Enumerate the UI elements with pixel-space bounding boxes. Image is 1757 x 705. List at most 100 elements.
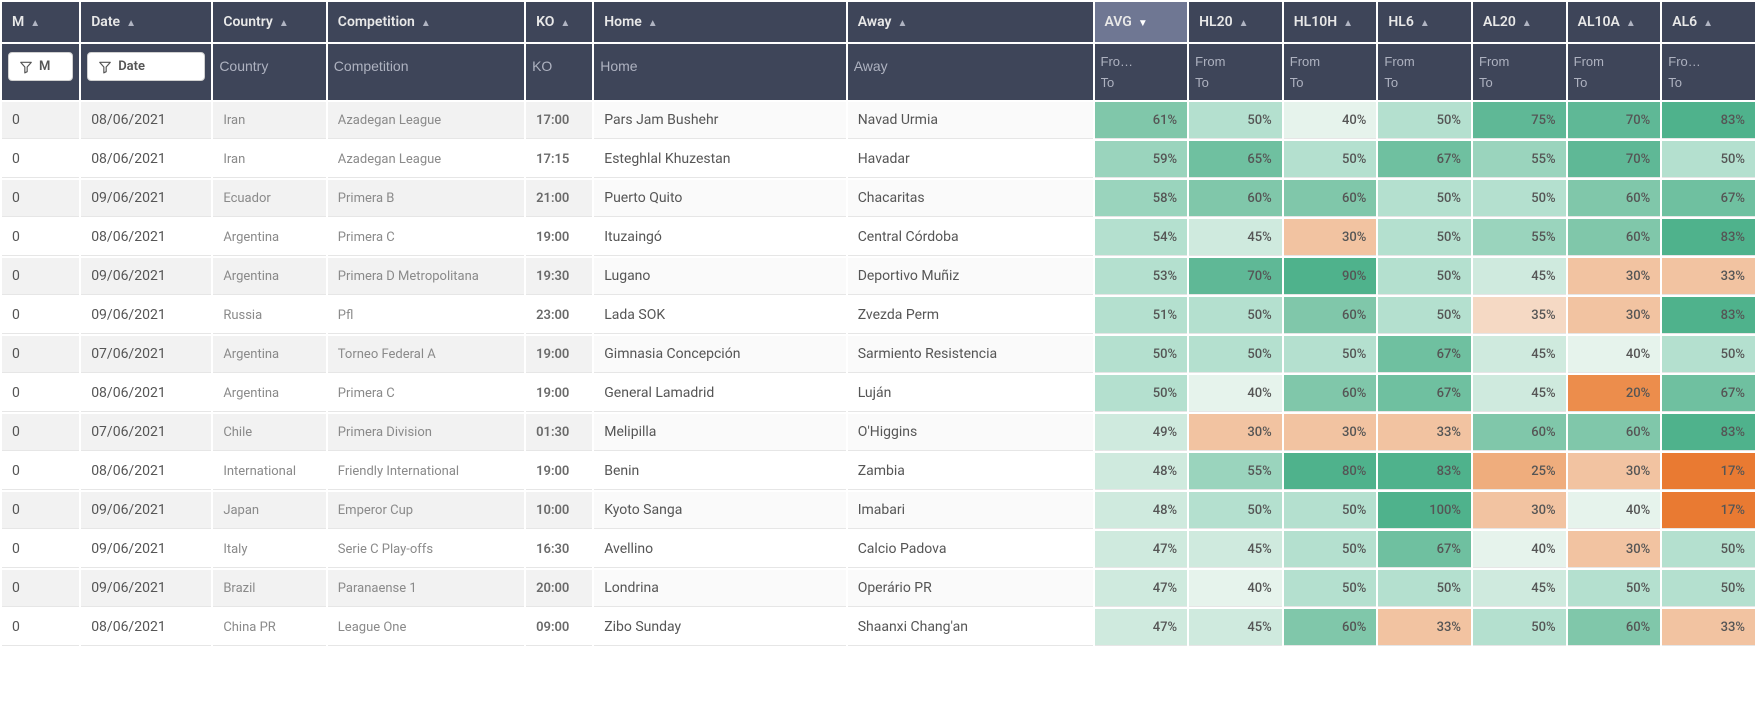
filter-input-away[interactable] bbox=[854, 52, 1087, 80]
cell-hl6: 50% bbox=[1378, 570, 1471, 607]
table-row[interactable]: 008/06/2021China PRLeague One09:00Zibo S… bbox=[2, 609, 1755, 646]
filter-from-hl20[interactable] bbox=[1195, 52, 1276, 71]
filter-from-al10a[interactable] bbox=[1574, 52, 1655, 71]
header-m[interactable]: M▲ bbox=[2, 2, 79, 42]
filter-button-date[interactable]: Date bbox=[87, 52, 205, 81]
cell-avg: 47% bbox=[1095, 531, 1188, 568]
cell-hl20: 70% bbox=[1189, 258, 1282, 295]
table-row[interactable]: 009/06/2021RussiaPfl23:00Lada SOKZvezda … bbox=[2, 297, 1755, 334]
cell-m: 0 bbox=[2, 336, 79, 373]
filter-to-hl10h[interactable] bbox=[1290, 73, 1371, 92]
filter-to-al20[interactable] bbox=[1479, 73, 1560, 92]
cell-al20: 45% bbox=[1473, 375, 1566, 412]
cell-al20: 75% bbox=[1473, 102, 1566, 139]
filter-from-al20[interactable] bbox=[1479, 52, 1560, 71]
header-avg[interactable]: AVG▼ bbox=[1095, 2, 1188, 42]
table-row[interactable]: 009/06/2021BrazilParanaense 120:00Londri… bbox=[2, 570, 1755, 607]
cell-al10a: 50% bbox=[1568, 570, 1661, 607]
filter-input-ko[interactable] bbox=[532, 52, 586, 80]
header-label: Home bbox=[604, 14, 642, 30]
header-label: HL6 bbox=[1388, 14, 1413, 30]
cell-hl6: 67% bbox=[1378, 375, 1471, 412]
table-row[interactable]: 007/06/2021ChilePrimera Division01:30Mel… bbox=[2, 414, 1755, 451]
cell-al20: 35% bbox=[1473, 297, 1566, 334]
header-competition[interactable]: Competition▲ bbox=[328, 2, 524, 42]
cell-al6: 17% bbox=[1662, 492, 1755, 529]
sort-asc-icon: ▲ bbox=[560, 18, 570, 29]
header-country[interactable]: Country▲ bbox=[213, 2, 325, 42]
cell-avg: 54% bbox=[1095, 219, 1188, 256]
filter-cell-ko bbox=[526, 44, 592, 100]
cell-competition: Serie C Play-offs bbox=[328, 531, 524, 568]
sort-asc-icon: ▲ bbox=[421, 18, 431, 29]
cell-hl6: 33% bbox=[1378, 414, 1471, 451]
cell-away: Havadar bbox=[848, 141, 1093, 178]
cell-competition: Primera C bbox=[328, 219, 524, 256]
cell-ko: 09:00 bbox=[526, 609, 592, 646]
filter-input-competition[interactable] bbox=[334, 52, 518, 80]
filter-from-al6[interactable] bbox=[1668, 52, 1749, 71]
header-date[interactable]: Date▲ bbox=[81, 2, 211, 42]
table-row[interactable]: 009/06/2021ItalySerie C Play-offs16:30Av… bbox=[2, 531, 1755, 568]
filter-to-al10a[interactable] bbox=[1574, 73, 1655, 92]
filter-cell-date: Date bbox=[81, 44, 211, 100]
data-table: M▲Date▲Country▲Competition▲KO▲Home▲Away▲… bbox=[0, 0, 1757, 648]
cell-date: 08/06/2021 bbox=[81, 102, 211, 139]
header-hl6[interactable]: HL6 ▲ bbox=[1378, 2, 1471, 42]
header-ko[interactable]: KO▲ bbox=[526, 2, 592, 42]
cell-al6: 33% bbox=[1662, 609, 1755, 646]
header-home[interactable]: Home▲ bbox=[594, 2, 845, 42]
filter-cell-hl10h bbox=[1284, 44, 1377, 100]
table-row[interactable]: 009/06/2021JapanEmperor Cup10:00Kyoto Sa… bbox=[2, 492, 1755, 529]
header-away[interactable]: Away▲ bbox=[848, 2, 1093, 42]
cell-hl20: 55% bbox=[1189, 453, 1282, 490]
filter-cell-hl6 bbox=[1378, 44, 1471, 100]
header-hl10h[interactable]: HL10H▲ bbox=[1284, 2, 1377, 42]
cell-hl20: 30% bbox=[1189, 414, 1282, 451]
sort-asc-icon: ▲ bbox=[1420, 18, 1430, 29]
filter-from-hl10h[interactable] bbox=[1290, 52, 1371, 71]
cell-al10a: 30% bbox=[1568, 258, 1661, 295]
cell-al6: 50% bbox=[1662, 336, 1755, 373]
table-row[interactable]: 009/06/2021ArgentinaPrimera D Metropolit… bbox=[2, 258, 1755, 295]
cell-competition: Torneo Federal A bbox=[328, 336, 524, 373]
cell-away: Zambia bbox=[848, 453, 1093, 490]
cell-al20: 40% bbox=[1473, 531, 1566, 568]
filter-from-avg[interactable] bbox=[1101, 52, 1182, 71]
header-al10a[interactable]: AL10A▲ bbox=[1568, 2, 1661, 42]
table-row[interactable]: 008/06/2021ArgentinaPrimera C19:00Ituzai… bbox=[2, 219, 1755, 256]
table-row[interactable]: 008/06/2021IranAzadegan League17:00Pars … bbox=[2, 102, 1755, 139]
table-row[interactable]: 008/06/2021InternationalFriendly Interna… bbox=[2, 453, 1755, 490]
cell-al6: 50% bbox=[1662, 141, 1755, 178]
sort-asc-icon: ▲ bbox=[30, 18, 40, 29]
filter-to-al6[interactable] bbox=[1668, 73, 1749, 92]
header-label: Date bbox=[91, 14, 120, 30]
cell-avg: 47% bbox=[1095, 570, 1188, 607]
header-label: Country bbox=[223, 14, 273, 30]
cell-al20: 55% bbox=[1473, 141, 1566, 178]
filter-from-hl6[interactable] bbox=[1384, 52, 1465, 71]
table-row[interactable]: 007/06/2021ArgentinaTorneo Federal A19:0… bbox=[2, 336, 1755, 373]
filter-input-country[interactable] bbox=[219, 52, 319, 80]
table-row[interactable]: 009/06/2021EcuadorPrimera B21:00Puerto Q… bbox=[2, 180, 1755, 217]
header-al20[interactable]: AL20▲ bbox=[1473, 2, 1566, 42]
cell-competition: Azadegan League bbox=[328, 141, 524, 178]
cell-al20: 55% bbox=[1473, 219, 1566, 256]
filter-cell-al10a bbox=[1568, 44, 1661, 100]
filter-to-hl20[interactable] bbox=[1195, 73, 1276, 92]
table-row[interactable]: 008/06/2021IranAzadegan League17:15Esteg… bbox=[2, 141, 1755, 178]
table-row[interactable]: 008/06/2021ArgentinaPrimera C19:00Genera… bbox=[2, 375, 1755, 412]
filter-to-avg[interactable] bbox=[1101, 73, 1182, 92]
filter-input-home[interactable] bbox=[600, 52, 839, 80]
filter-to-hl6[interactable] bbox=[1384, 73, 1465, 92]
cell-hl10h: 50% bbox=[1284, 336, 1377, 373]
cell-m: 0 bbox=[2, 258, 79, 295]
filter-button-m[interactable]: M bbox=[8, 52, 73, 81]
header-hl20[interactable]: HL20▲ bbox=[1189, 2, 1282, 42]
header-al6[interactable]: AL6▲ bbox=[1662, 2, 1755, 42]
cell-hl6: 50% bbox=[1378, 180, 1471, 217]
cell-competition: Primera Division bbox=[328, 414, 524, 451]
filter-cell-country bbox=[213, 44, 325, 100]
cell-al10a: 60% bbox=[1568, 180, 1661, 217]
cell-ko: 23:00 bbox=[526, 297, 592, 334]
